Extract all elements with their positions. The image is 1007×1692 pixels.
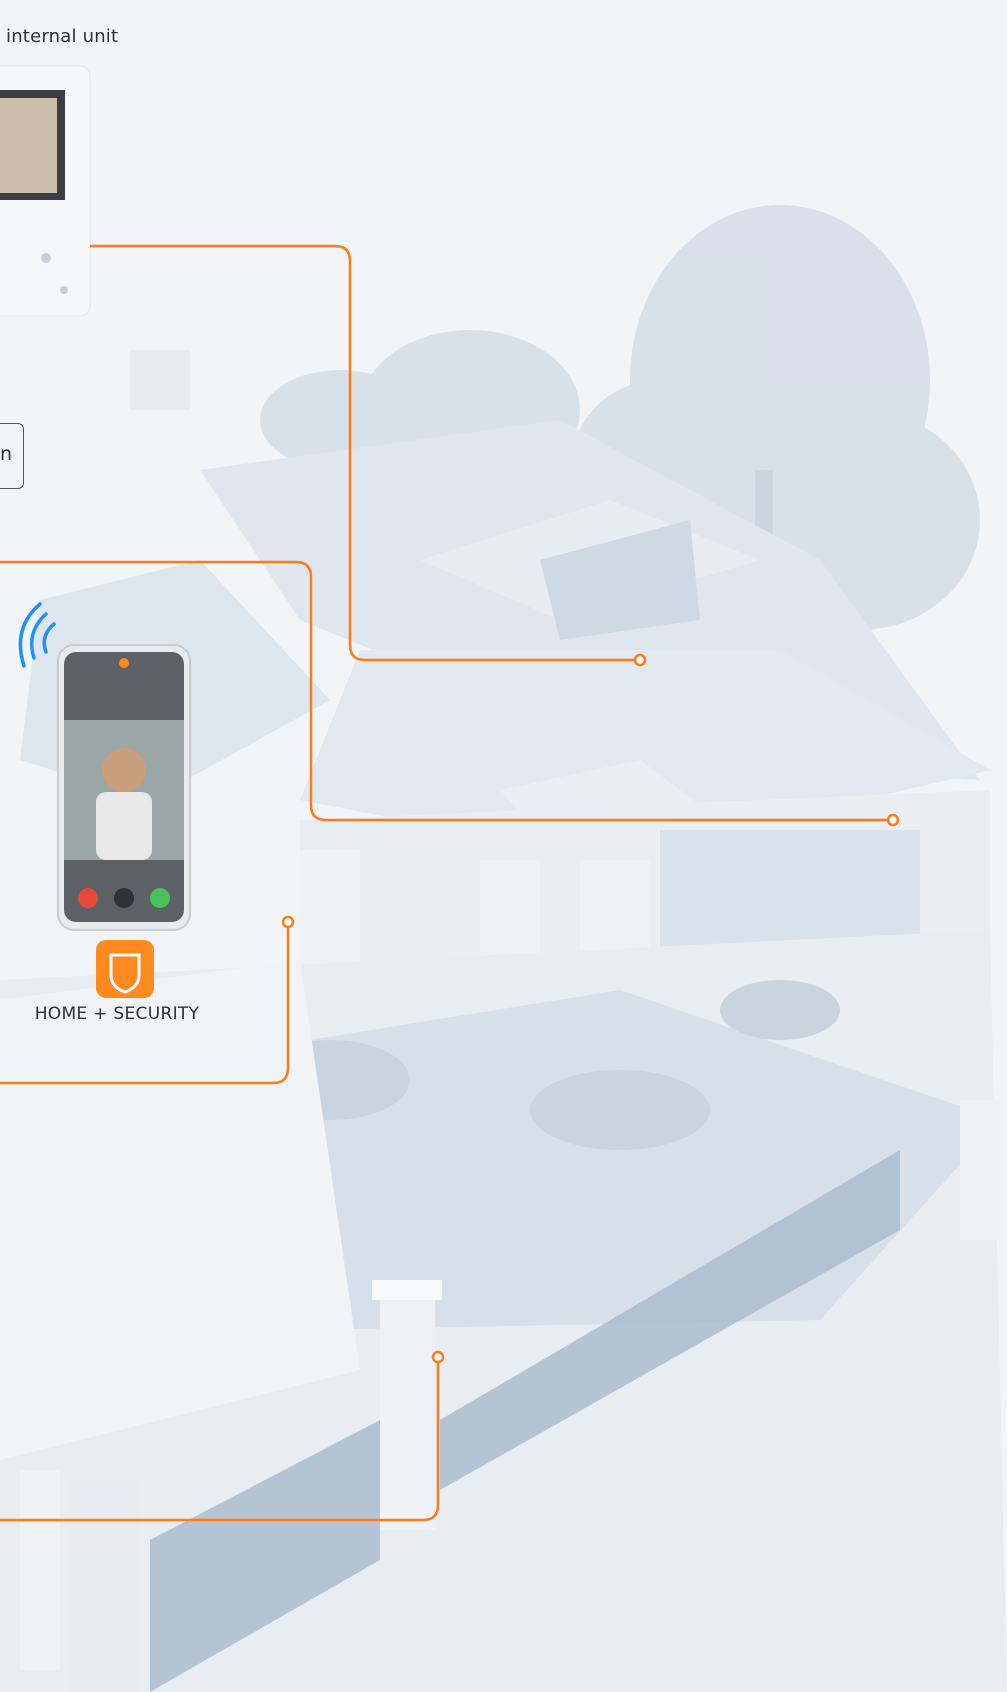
internal-unit-device bbox=[0, 65, 91, 317]
phone-hangup-icon bbox=[78, 888, 98, 908]
person-face bbox=[102, 748, 146, 792]
house-installation-diagram bbox=[0, 0, 1007, 1692]
cropped-label-text: n bbox=[0, 443, 13, 465]
shield-icon bbox=[96, 940, 154, 998]
phone-answer-icon bbox=[150, 888, 170, 908]
key-icon bbox=[114, 888, 134, 908]
smartphone bbox=[57, 644, 191, 931]
internal-unit-label: internal unit bbox=[6, 26, 119, 47]
app-name-label: HOME + SECURITY bbox=[34, 1004, 200, 1024]
